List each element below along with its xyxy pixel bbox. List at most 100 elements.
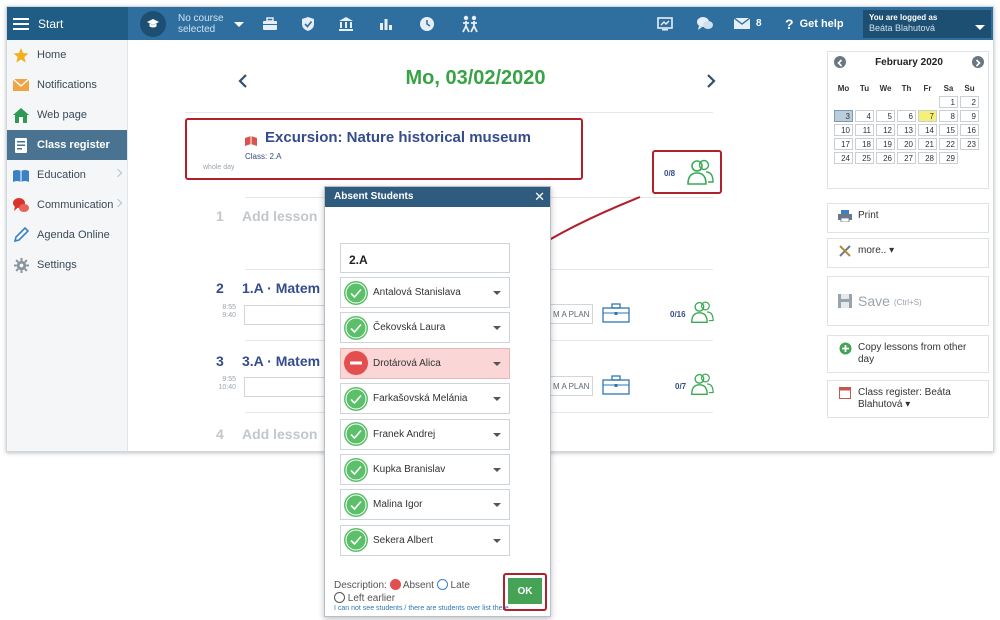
calendar-day[interactable]: 10 bbox=[834, 124, 853, 136]
calendar-day[interactable]: 1 bbox=[939, 96, 958, 108]
student-row[interactable]: Drotárová Alica bbox=[340, 347, 510, 379]
briefcase-icon[interactable] bbox=[261, 15, 279, 33]
student-row[interactable]: Farkašovská Melánia bbox=[340, 383, 510, 415]
sidebar-item-home[interactable]: Home bbox=[7, 40, 127, 70]
chevron-down-icon[interactable] bbox=[493, 432, 501, 437]
calendar-day[interactable]: 16 bbox=[960, 124, 979, 136]
sidebar-item-notifications[interactable]: Notifications bbox=[7, 70, 127, 100]
students-help-link[interactable]: I can not see students / there are stude… bbox=[334, 605, 509, 612]
user-menu[interactable]: You are logged as Beáta Blahutová bbox=[863, 10, 991, 38]
calendar-day[interactable]: 11 bbox=[855, 124, 874, 136]
event-card[interactable]: Excursion: Nature historical museum Clas… bbox=[185, 118, 583, 180]
calendar-day[interactable]: 14 bbox=[918, 124, 937, 136]
briefcase-icon[interactable] bbox=[602, 303, 630, 323]
bank-icon[interactable] bbox=[337, 15, 355, 33]
course-selector[interactable]: No course selected bbox=[140, 11, 244, 37]
chevron-down-icon[interactable] bbox=[493, 468, 501, 472]
calendar-day[interactable]: 18 bbox=[855, 138, 874, 150]
student-row[interactable]: Antalová Stanislava bbox=[340, 277, 510, 308]
calendar-day[interactable]: 3 bbox=[834, 110, 853, 122]
sidebar-item-class-register[interactable]: Class register bbox=[7, 130, 127, 160]
student-row[interactable]: Malina Igor bbox=[340, 489, 510, 521]
copy-lessons-button[interactable]: Copy lessons from other day bbox=[827, 335, 989, 373]
calendar-day[interactable]: 25 bbox=[855, 152, 874, 164]
ok-button[interactable]: OK bbox=[508, 578, 542, 604]
calendar-day[interactable]: 8 bbox=[939, 110, 958, 122]
chevron-down-icon[interactable] bbox=[493, 326, 501, 331]
people-icon[interactable] bbox=[459, 15, 481, 33]
present-status-icon[interactable] bbox=[344, 528, 368, 553]
present-status-icon[interactable] bbox=[344, 457, 368, 482]
calendar-day[interactable]: 12 bbox=[876, 124, 895, 136]
lesson-times: 9:55 10:40 bbox=[214, 376, 236, 392]
calendar-day[interactable]: 29 bbox=[939, 152, 958, 164]
lesson-title[interactable]: 1.A · Matem bbox=[242, 280, 320, 296]
calendar-day[interactable]: 19 bbox=[876, 138, 895, 150]
calendar-day[interactable]: 6 bbox=[897, 110, 916, 122]
student-row[interactable]: Kupka Branislav bbox=[340, 454, 510, 485]
right-panel: February 2020 Mo Tu We Th Fr Sa Su 1 2 3 4 5 6 7 8 9 10… bbox=[827, 51, 993, 451]
calendar-day[interactable]: 21 bbox=[918, 138, 937, 150]
calendar-day[interactable]: 28 bbox=[918, 152, 937, 164]
student-row[interactable]: Čekovská Laura bbox=[340, 312, 510, 344]
present-status-icon[interactable] bbox=[344, 492, 368, 517]
present-status-icon[interactable] bbox=[344, 386, 368, 411]
calendar-day[interactable]: 13 bbox=[897, 124, 916, 136]
lesson-title[interactable]: 3.A · Matem bbox=[242, 353, 320, 369]
calendar-day[interactable]: 9 bbox=[960, 110, 979, 122]
more-button[interactable]: more.. ▾ bbox=[827, 238, 989, 268]
chevron-down-icon[interactable] bbox=[493, 503, 501, 508]
students-icon[interactable] bbox=[690, 372, 714, 401]
get-help-button[interactable]: ? Get help bbox=[785, 7, 844, 40]
calendar-day[interactable]: 26 bbox=[876, 152, 895, 164]
clock-icon[interactable] bbox=[418, 15, 436, 33]
calendar-day[interactable]: 24 bbox=[834, 152, 853, 164]
calendar-day[interactable]: 20 bbox=[897, 138, 916, 150]
sidebar-item-agenda-online[interactable]: Agenda Online bbox=[7, 220, 127, 250]
calendar-day[interactable]: 23 bbox=[960, 138, 979, 150]
class-register-selector[interactable]: Class register: Beáta Blahutová ▾ bbox=[827, 380, 989, 418]
calendar-day[interactable]: 5 bbox=[876, 110, 895, 122]
save-button[interactable]: Save (Ctrl+S) bbox=[827, 276, 989, 326]
messages-button[interactable]: 8 bbox=[734, 7, 762, 40]
start-menu-button[interactable]: Start bbox=[7, 7, 128, 40]
chevron-down-icon[interactable] bbox=[493, 538, 501, 543]
absent-students-button[interactable]: 0/8 bbox=[652, 150, 722, 194]
calendar-day[interactable]: 15 bbox=[939, 124, 958, 136]
sidebar-item-web-page[interactable]: Web page bbox=[7, 100, 127, 130]
sidebar-item-communication[interactable]: Communication bbox=[7, 190, 127, 220]
calendar-day[interactable]: 2 bbox=[960, 96, 979, 108]
plan-button[interactable]: M A PLAN bbox=[548, 376, 594, 396]
absent-status-icon[interactable] bbox=[344, 351, 368, 376]
bar-chart-icon[interactable] bbox=[377, 15, 395, 33]
chevron-down-icon[interactable] bbox=[493, 361, 501, 366]
calendar-day[interactable]: 17 bbox=[834, 138, 853, 150]
print-button[interactable]: Print bbox=[827, 203, 989, 233]
chevron-down-icon[interactable] bbox=[493, 397, 501, 402]
plan-button[interactable]: M A PLAN bbox=[548, 304, 594, 324]
next-month-button[interactable] bbox=[972, 56, 984, 68]
sidebar-item-settings[interactable]: Settings bbox=[7, 250, 127, 280]
sidebar-item-education[interactable]: Education bbox=[7, 160, 127, 190]
students-icon[interactable] bbox=[690, 300, 714, 329]
screen-icon[interactable] bbox=[656, 15, 674, 33]
event-title: Excursion: Nature historical museum bbox=[245, 129, 531, 146]
close-icon[interactable]: ✕ bbox=[534, 189, 545, 205]
add-icon bbox=[838, 342, 852, 354]
chevron-down-icon[interactable] bbox=[493, 291, 501, 295]
calendar-day[interactable]: 22 bbox=[939, 138, 958, 150]
student-row[interactable]: Sekera Albert bbox=[340, 524, 510, 556]
add-lesson-link[interactable]: Add lesson bbox=[242, 208, 317, 224]
briefcase-icon[interactable] bbox=[602, 375, 630, 395]
calendar-day[interactable]: 4 bbox=[855, 110, 874, 122]
calendar-day[interactable]: 27 bbox=[897, 152, 916, 164]
shield-icon[interactable] bbox=[299, 15, 317, 33]
present-status-icon[interactable] bbox=[344, 422, 368, 447]
present-status-icon[interactable] bbox=[344, 280, 368, 305]
add-lesson-link[interactable]: Add lesson bbox=[242, 426, 317, 442]
student-row[interactable]: Franek Andrej bbox=[340, 418, 510, 450]
present-status-icon[interactable] bbox=[344, 315, 368, 340]
chat-icon[interactable] bbox=[695, 15, 715, 33]
next-day-button[interactable] bbox=[701, 71, 721, 91]
calendar-day[interactable]: 7 bbox=[918, 110, 937, 122]
